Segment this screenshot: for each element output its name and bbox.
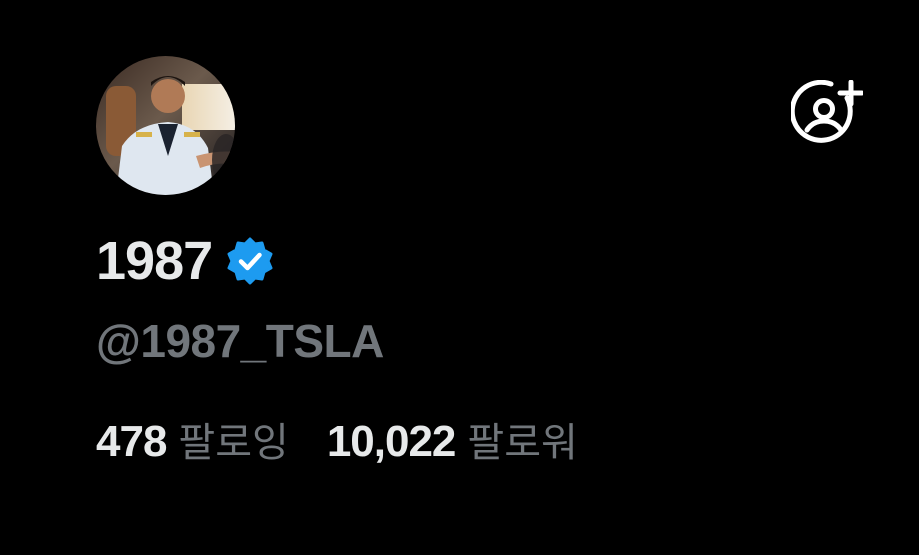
following-count: 478	[96, 417, 167, 466]
follow-button[interactable]	[789, 79, 865, 152]
verified-badge-icon[interactable]	[226, 237, 274, 285]
followers-count: 10,022	[326, 417, 457, 466]
following-label: 팔로잉	[178, 420, 289, 466]
profile-avatar[interactable]	[96, 56, 235, 195]
add-user-icon	[789, 79, 865, 143]
followers-link[interactable]: 10,022 팔로워	[327, 420, 578, 464]
display-name-row: 1987	[96, 230, 274, 292]
followers-label: 팔로워	[467, 420, 578, 466]
following-link[interactable]: 478 팔로잉	[96, 420, 289, 464]
display-name: 1987	[96, 231, 213, 291]
avatar-image	[96, 56, 235, 195]
user-handle: @1987_TSLA	[96, 315, 384, 367]
follow-stats: 478 팔로잉 10,022 팔로워	[96, 420, 578, 464]
